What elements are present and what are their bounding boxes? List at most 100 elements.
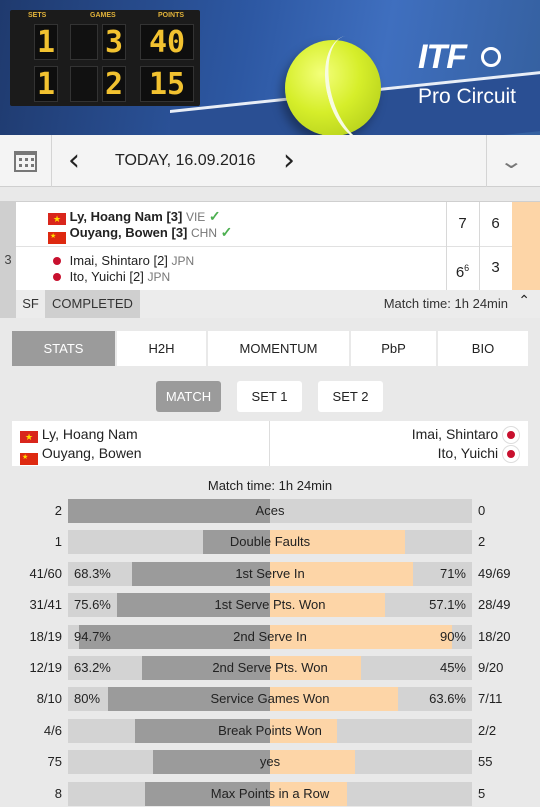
stat-row: 31/41 1st Serve Pts. Won 75.6% 57.1% 28/49 (0, 593, 540, 618)
scoreboard-games-1: 3 (102, 24, 126, 60)
itf-logo-ball-icon (481, 47, 501, 67)
date-navigation-bar: ‹ TODAY, 16.09.2016 › ⌄ (0, 135, 540, 187)
player-country: VIE (185, 210, 206, 224)
stat-row: 8 Max Points in a Row 5 (0, 781, 540, 806)
team2-set1-score: 66 (446, 246, 478, 290)
dropdown-button[interactable]: ⌄ (486, 135, 540, 187)
team2-player2: Ito, Yuichi [2] JPN (48, 268, 170, 285)
tab-momentum[interactable]: MOMENTUM (208, 331, 349, 366)
tab-pbp[interactable]: PbP (351, 331, 436, 366)
stat-left-value: 8 (54, 785, 62, 801)
stat-right-value: 28/49 (478, 597, 511, 613)
stat-right-value: 2 (478, 534, 486, 550)
stat-right-value: 7/11 (478, 691, 503, 707)
stat-row: 1 Double Faults 2 (0, 530, 540, 555)
stat-left-value: 1 (54, 534, 62, 550)
player-name: Ouyang, Bowen (69, 225, 168, 240)
stat-right-value: 0 (478, 503, 486, 518)
header-banner: SETS GAMES POINTS 1 3 40 1 2 15 ITF Pro … (0, 0, 540, 135)
current-date: TODAY, 16.09.2016 (115, 152, 256, 169)
player-name: Ito, Yuichi (69, 269, 126, 284)
stats-players-header: ★ Ly, Hoang Nam ★ Ouyang, Bowen Imai, Sh… (12, 421, 528, 466)
team2-player1-header: Imai, Shintaro (412, 424, 520, 444)
player-country: JPN (171, 254, 195, 268)
tab-stats[interactable]: STATS (12, 331, 115, 366)
team1-player1-header: ★ Ly, Hoang Nam (20, 424, 138, 444)
subtab-match[interactable]: MATCH (156, 381, 221, 412)
stat-label: Max Points in a Row (210, 785, 330, 801)
scoreboard-points-2: 15 (140, 66, 194, 102)
stat-left-percent: 75.6% (74, 597, 111, 613)
stat-right-value: 2/2 (478, 722, 497, 738)
previous-day-button[interactable]: ‹ (68, 143, 80, 178)
match-status-bar: SF COMPLETED Match time: 1h 24min ⌃ (16, 290, 540, 318)
player-name: Ouyang, Bowen (41, 445, 142, 461)
team1-header: ★ Ly, Hoang Nam ★ Ouyang, Bowen (12, 421, 270, 466)
stat-label: Service Games Won (210, 691, 330, 707)
tab-bio[interactable]: BIO (438, 331, 528, 366)
stat-label: 2nd Serve In (233, 628, 307, 644)
team1-player2: ★ Ouyang, Bowen [3] CHN ✓ (48, 224, 233, 244)
next-day-button[interactable]: › (283, 143, 295, 178)
stat-label: Double Faults (229, 534, 311, 550)
stat-label: 1st Serve In (235, 565, 305, 581)
match-time: Match time: 1h 24min (383, 296, 508, 311)
stat-left-percent: 63.2% (74, 660, 111, 675)
status-badge: COMPLETED (45, 290, 140, 318)
stat-row: 4/6 Break Points Won 2/2 (0, 718, 540, 743)
stat-left-value: 41/60 (29, 565, 62, 581)
itf-logo: ITF (418, 38, 467, 76)
tiebreak-score: 6 (464, 263, 470, 273)
sets-label: SETS (28, 12, 47, 19)
stat-right-percent: 57.1% (429, 597, 466, 613)
player-seed: [2] (129, 269, 144, 284)
chevron-left-icon: ‹ (68, 143, 80, 178)
stat-left-value: 8/10 (36, 691, 62, 707)
winner-check-icon: ✓ (220, 224, 233, 240)
china-flag-icon: ★ (48, 232, 66, 244)
scoreboard-blank (70, 66, 98, 102)
stat-left-percent: 94.7% (74, 628, 111, 644)
chevron-down-icon: ⌄ (498, 151, 524, 173)
japan-flag-icon (53, 273, 61, 281)
stat-left-value: 18/19 (29, 628, 62, 644)
player-name: Ly, Hoang Nam (41, 426, 138, 442)
player-seed: [3] (171, 225, 188, 240)
games-label: GAMES (90, 12, 116, 19)
stat-left-value: 12/19 (29, 660, 62, 675)
calendar-button[interactable] (0, 135, 52, 187)
stat-left-value: 4/6 (43, 722, 62, 738)
stat-right-percent: 71% (439, 565, 466, 581)
stat-left-value: 31/41 (29, 597, 62, 613)
collapse-caret-icon[interactable]: ⌃ (518, 292, 530, 309)
match-card[interactable]: 3 ★ Ly, Hoang Nam [3] VIE ✓ ★ Ouyang, Bo… (0, 201, 540, 318)
subtab-set1[interactable]: SET 1 (237, 381, 302, 412)
player-name: Ly, Hoang Nam (69, 209, 163, 224)
japan-flag-icon (507, 431, 515, 439)
team2-player1: Imai, Shintaro [2] JPN (48, 252, 194, 269)
player-name: Imai, Shintaro (411, 426, 499, 442)
tab-h2h[interactable]: H2H (117, 331, 206, 366)
stat-row: 75 yes 55 (0, 750, 540, 775)
court-number: 3 (0, 202, 16, 318)
team1-player1: ★ Ly, Hoang Nam [3] VIE ✓ (48, 208, 221, 225)
detail-tabs: STATS H2H MOMENTUM PbP BIO (12, 331, 528, 366)
stat-right-percent: 45% (439, 660, 466, 675)
scoreboard-sets-2: 1 (34, 66, 58, 102)
subtab-set2[interactable]: SET 2 (318, 381, 383, 412)
stat-left-value: 75 (47, 754, 62, 770)
japan-flag-icon (53, 257, 61, 265)
player-seed: [3] (166, 209, 183, 224)
scoreboard-blank (70, 24, 98, 60)
player-country: CHN (191, 226, 217, 240)
stats-match-time: Match time: 1h 24min (207, 478, 333, 493)
team2-current-indicator (512, 246, 540, 290)
team1-set2-score: 6 (479, 202, 511, 246)
team1-current-indicator (512, 202, 540, 246)
team2-set2-score: 3 (479, 246, 511, 290)
stat-right-percent: 90% (439, 628, 466, 644)
stat-row: 8/10 Service Games Won 80% 63.6% 7/11 (0, 687, 540, 712)
round-label: SF (22, 296, 39, 311)
scoreboard-points-1: 40 (140, 24, 194, 60)
stat-row: 41/60 1st Serve In 68.3% 71% 49/69 (0, 561, 540, 586)
